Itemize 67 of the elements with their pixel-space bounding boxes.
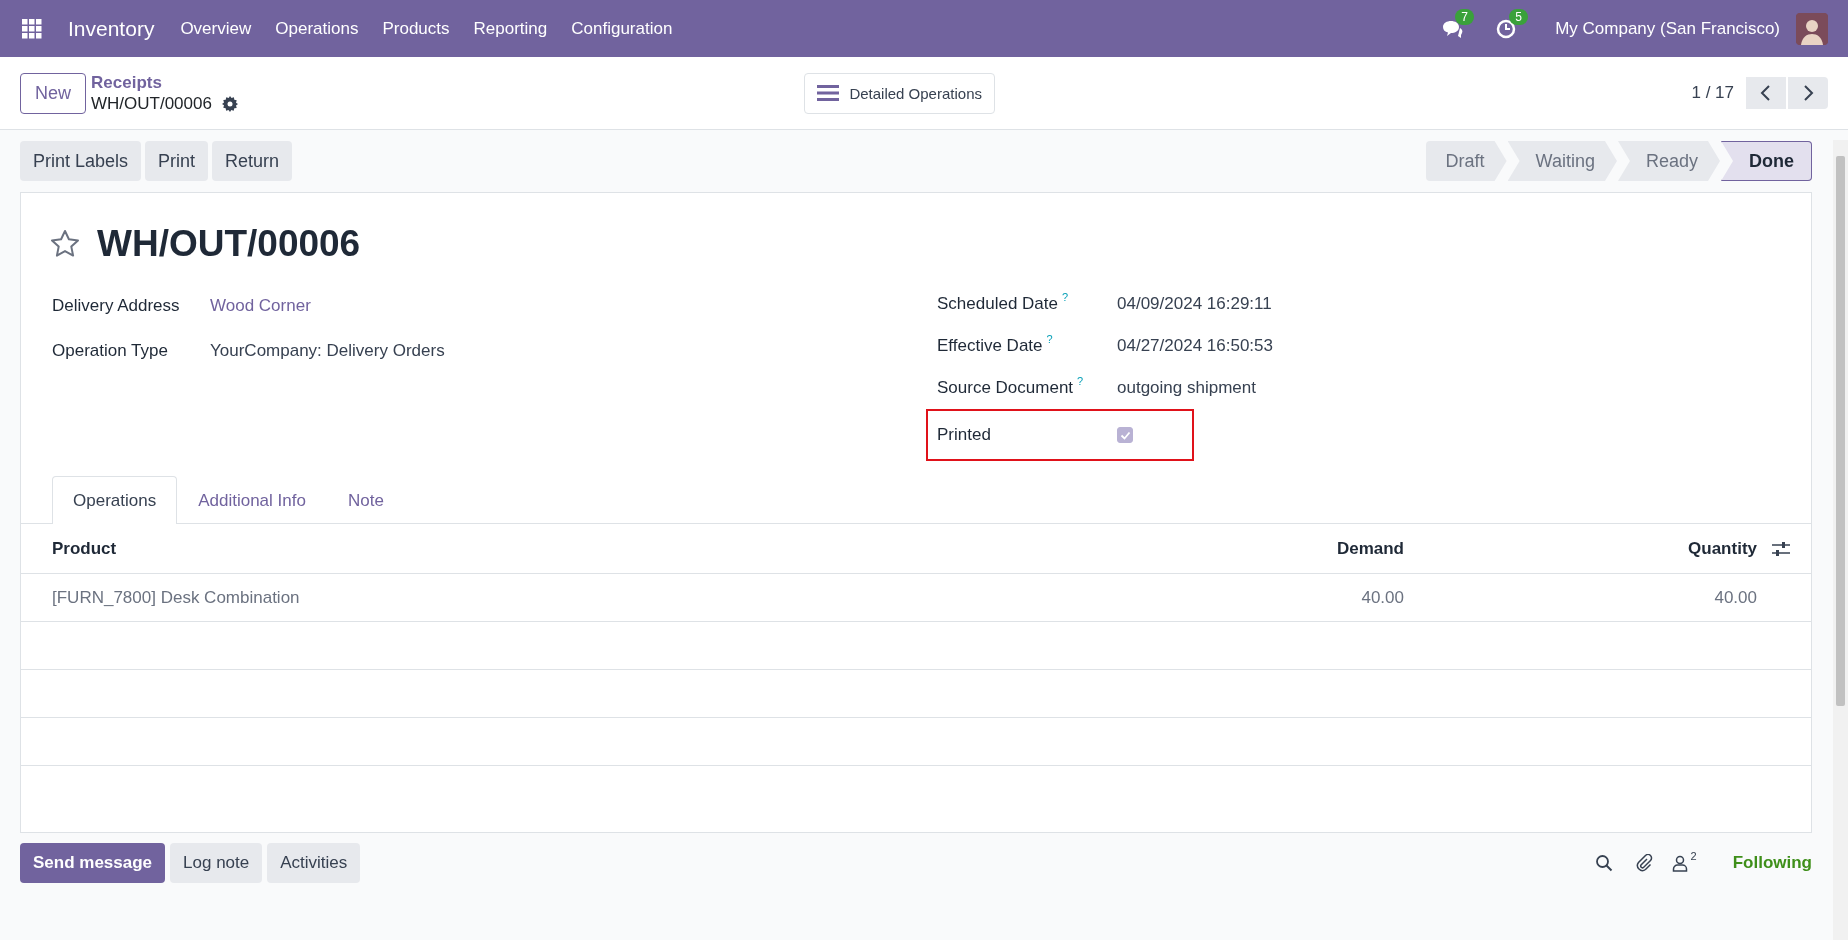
sliders-icon[interactable] — [1771, 539, 1791, 558]
table-cell-text: 40.00 — [1360, 587, 1404, 608]
chatter-button[interactable]: Log note — [170, 843, 263, 883]
status-stage[interactable]: Draft — [1425, 141, 1507, 181]
record-title: WH/OUT/00006 — [97, 223, 361, 265]
field-label: Scheduled Date — [937, 294, 1058, 314]
star-icon[interactable] — [49, 228, 81, 260]
following-status[interactable]: Following — [1732, 853, 1812, 873]
pager-counter[interactable]: 1 / 17 — [1691, 83, 1734, 103]
help-tooltip[interactable]: ? — [1062, 291, 1069, 314]
notebook-tab[interactable]: Operations — [52, 476, 178, 524]
menu-item[interactable]: Configuration — [571, 18, 673, 39]
company-switcher[interactable]: My Company (San Francisco) — [1555, 18, 1780, 39]
menu-item[interactable]: Reporting — [473, 18, 548, 39]
printed-checkbox[interactable] — [1117, 427, 1133, 443]
clock-icon[interactable] — [1495, 17, 1518, 40]
activity-count-badge: 5 — [1509, 8, 1528, 25]
field-value: 04/27/2024 16:50:53 — [1117, 336, 1273, 356]
notebook-tab[interactable]: Additional Info — [177, 476, 327, 524]
notebook-tab[interactable]: Note — [326, 476, 405, 524]
message-count-badge: 7 — [1455, 8, 1474, 25]
user-avatar[interactable] — [1796, 12, 1828, 45]
chevron-right-icon — [1801, 85, 1815, 101]
column-header: Product — [52, 538, 118, 559]
field-label: Delivery Address — [52, 295, 181, 316]
person-icon[interactable] — [1670, 854, 1689, 872]
field-value: outgoing shipment — [1117, 378, 1256, 398]
action-button[interactable]: Return — [212, 141, 293, 181]
field-label: Source Document — [937, 378, 1074, 398]
previous-button[interactable] — [1746, 77, 1786, 109]
detailed-operations-button[interactable]: Detailed Operations — [804, 72, 995, 114]
help-tooltip[interactable]: ? — [1077, 375, 1084, 398]
help-tooltip[interactable]: ? — [1046, 333, 1053, 356]
chevron-left-icon — [1759, 85, 1773, 101]
field-label: Operation Type — [52, 340, 169, 361]
menu-item[interactable]: Products — [382, 18, 450, 39]
paperclip-icon[interactable] — [1634, 854, 1653, 872]
status-stage[interactable]: Waiting — [1507, 141, 1617, 181]
next-button[interactable] — [1788, 77, 1828, 109]
action-button[interactable]: Print — [145, 141, 209, 181]
field-label: Printed — [937, 425, 992, 445]
address-link[interactable]: Wood Corner — [210, 295, 311, 316]
list-icon — [817, 84, 840, 102]
settings-icon[interactable] — [221, 95, 238, 112]
new-button[interactable]: New — [20, 72, 86, 114]
table-cell-text: 40.00 — [1713, 587, 1758, 608]
field-label: Effective Date — [937, 336, 1043, 356]
menu-item[interactable]: Operations — [275, 18, 359, 39]
action-button[interactable]: Print Labels — [20, 141, 142, 181]
field-value: 04/09/2024 16:29:11 — [1117, 294, 1272, 314]
checkmark-icon — [1119, 429, 1131, 441]
scrollbar[interactable] — [1833, 140, 1848, 940]
search-icon[interactable] — [1594, 854, 1613, 872]
chatter-button[interactable]: Activities — [267, 843, 361, 883]
status-stage[interactable]: Done — [1721, 141, 1812, 181]
apps-grid-icon[interactable] — [22, 18, 42, 39]
field-value: YourCompany: Delivery Orders — [210, 340, 445, 361]
app-name[interactable]: Inventory — [68, 16, 155, 41]
menu-item[interactable]: Overview — [180, 18, 252, 39]
status-stage[interactable]: Ready — [1617, 141, 1720, 181]
breadcrumb-link[interactable]: Receipts — [91, 72, 238, 93]
breadcrumb-current: WH/OUT/00006 — [91, 93, 212, 114]
chatter-button[interactable]: Send message — [20, 843, 166, 883]
table-cell[interactable]: [FURN_7800] Desk Combination — [52, 587, 1204, 608]
follower-count: 2 — [1690, 850, 1697, 862]
column-header: Quantity — [1688, 538, 1757, 559]
column-header: Demand — [1335, 538, 1404, 559]
